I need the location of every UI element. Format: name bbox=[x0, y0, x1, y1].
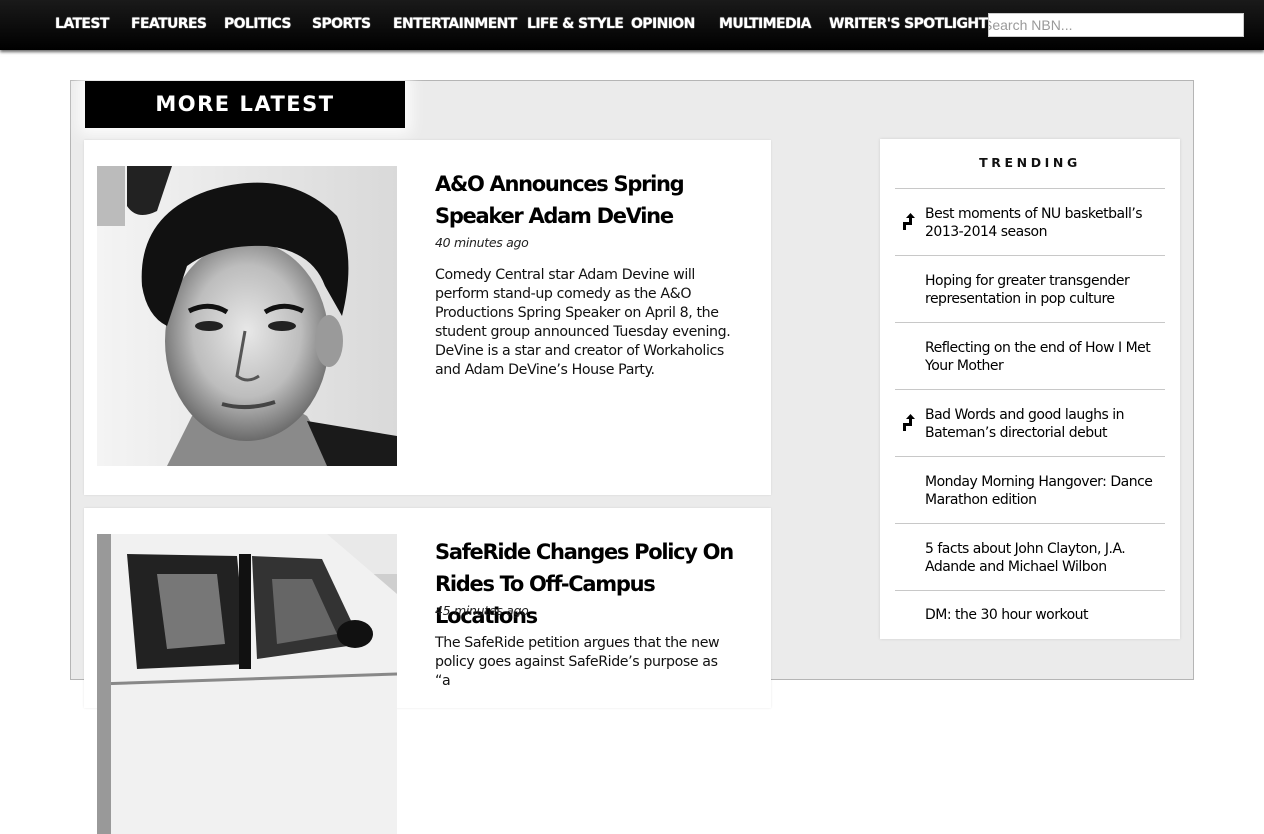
trending-item-label: Best moments of NU basketball’s 2013-201… bbox=[925, 206, 1143, 240]
article-headline[interactable]: A&O Announces Spring Speaker Adam DeVine bbox=[435, 168, 745, 232]
nav-multimedia[interactable]: MULTIMEDIA bbox=[719, 14, 811, 34]
trending-item-label: Bad Words and good laughs in Bateman’s d… bbox=[925, 407, 1125, 441]
article-excerpt: Comedy Central star Adam Devine will per… bbox=[435, 267, 731, 378]
trending-item-label: Monday Morning Hangover: Dance Marathon … bbox=[925, 474, 1153, 508]
trending-item[interactable]: DM: the 30 hour workout bbox=[895, 590, 1165, 657]
portrait-photo bbox=[97, 166, 397, 466]
trending-up-arrow-icon bbox=[903, 414, 915, 431]
article-timestamp: 45 minutes ago bbox=[435, 603, 529, 618]
trending-item[interactable]: Bad Words and good laughs in Bateman’s d… bbox=[895, 389, 1165, 456]
nav-politics[interactable]: POLITICS bbox=[224, 14, 291, 34]
trending-item[interactable]: Best moments of NU basketball’s 2013-201… bbox=[895, 188, 1165, 255]
trending-item-label: Hoping for greater transgender represent… bbox=[925, 273, 1130, 307]
nav-writers-spotlight[interactable]: WRITER'S SPOTLIGHT bbox=[829, 14, 988, 34]
nav-entertainment[interactable]: ENTERTAINMENT bbox=[393, 14, 517, 34]
article-card: SafeRide Changes Policy On Rides To Off-… bbox=[84, 508, 771, 834]
article-excerpt: The SafeRide petition argues that the ne… bbox=[435, 635, 720, 689]
trending-item-label: DM: the 30 hour workout bbox=[925, 607, 1089, 623]
nav-latest[interactable]: LATEST bbox=[55, 14, 109, 34]
trending-up-arrow-icon bbox=[903, 213, 915, 230]
article-card: A&O Announces Spring Speaker Adam DeVine… bbox=[84, 140, 771, 495]
nav-features[interactable]: FEATURES bbox=[131, 14, 207, 34]
section-title: MORE LATEST bbox=[85, 81, 405, 128]
top-nav-bar: LATEST FEATURES POLITICS SPORTS ENTERTAI… bbox=[0, 0, 1264, 50]
trending-title: TRENDING bbox=[979, 155, 1081, 170]
trending-item[interactable]: Monday Morning Hangover: Dance Marathon … bbox=[895, 456, 1165, 523]
article-thumbnail[interactable] bbox=[97, 166, 397, 466]
article-timestamp: 40 minutes ago bbox=[435, 235, 529, 250]
nav-sports[interactable]: SPORTS bbox=[312, 14, 371, 34]
trending-item-label: 5 facts about John Clayton, J.A. Adande … bbox=[925, 541, 1126, 575]
trending-item[interactable]: Hoping for greater transgender represent… bbox=[895, 255, 1165, 322]
search-input[interactable] bbox=[988, 13, 1244, 37]
nav-life-style[interactable]: LIFE & STYLE bbox=[527, 14, 624, 34]
trending-box: TRENDING Best moments of NU basketball’s… bbox=[880, 139, 1180, 639]
trending-item-label: Reflecting on the end of How I Met Your … bbox=[925, 340, 1151, 374]
trending-item[interactable]: 5 facts about John Clayton, J.A. Adande … bbox=[895, 523, 1165, 590]
article-thumbnail[interactable] bbox=[97, 534, 397, 834]
trending-item[interactable]: Reflecting on the end of How I Met Your … bbox=[895, 322, 1165, 389]
nav-opinion[interactable]: OPINION bbox=[631, 14, 695, 34]
car-photo bbox=[97, 534, 397, 834]
